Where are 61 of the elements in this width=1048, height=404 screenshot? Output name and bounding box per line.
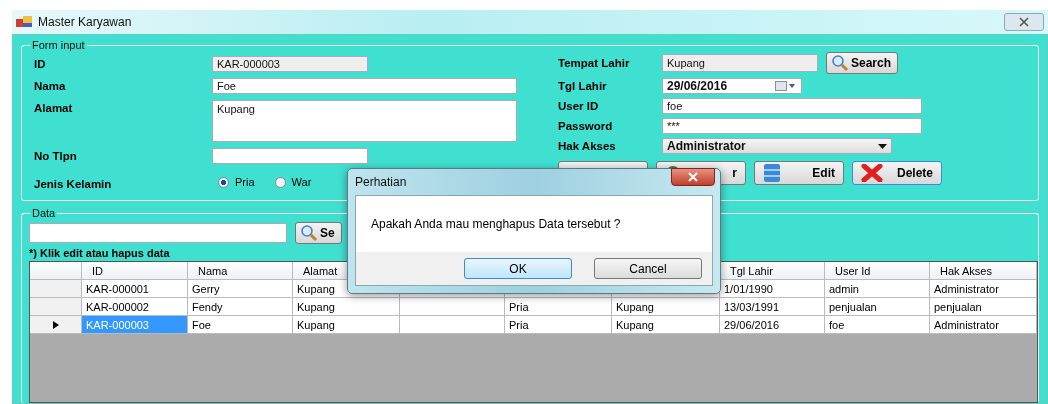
text-field[interactable]: ***: [662, 118, 922, 134]
calendar-icon: [775, 81, 797, 91]
text-field[interactable]: Foe: [212, 78, 517, 94]
field-label: Password: [558, 119, 614, 134]
column-header[interactable]: Hak Akses: [930, 262, 1037, 280]
close-icon: [1018, 17, 1030, 27]
row-header[interactable]: [30, 316, 82, 334]
field-label: Hak Akses: [558, 139, 617, 154]
field-label: Alamat: [34, 101, 74, 116]
table-cell: 29/06/2016: [720, 316, 825, 334]
close-button[interactable]: [1004, 13, 1044, 31]
field-label: Tempat Lahir: [558, 56, 631, 71]
search-icon: [300, 224, 318, 242]
field-label: User ID: [558, 99, 600, 114]
window-title: Master Karyawan: [38, 15, 132, 29]
search-button[interactable]: Se: [295, 222, 342, 244]
dialog-message: Apakah Anda mau menghapus Data tersebut ?: [371, 217, 621, 231]
dialog-button[interactable]: OK: [464, 258, 572, 279]
radio-option[interactable]: War: [274, 176, 312, 188]
delete-icon: [861, 164, 883, 182]
close-button[interactable]: [671, 168, 715, 186]
field-label: No Tlpn: [34, 149, 78, 164]
table-cell: Kupang: [612, 316, 720, 334]
group-title: Data: [30, 207, 58, 219]
dropdown[interactable]: Administrator: [662, 138, 892, 154]
field-label: Jenis Kelamin: [34, 177, 113, 192]
radio-option[interactable]: Pria: [218, 176, 255, 188]
action-button[interactable]: Edit: [754, 161, 844, 185]
row-pointer-icon: [52, 320, 59, 329]
table-cell: Foe: [188, 316, 293, 334]
close-icon: [687, 172, 699, 182]
row-header: [30, 262, 82, 280]
text-field[interactable]: KAR-000003: [212, 56, 368, 72]
search-icon: [831, 54, 849, 72]
search-button[interactable]: Search: [826, 52, 899, 74]
dialog-title: Perhatian: [355, 175, 407, 189]
text-field[interactable]: foe: [662, 98, 922, 114]
date-picker[interactable]: 29/06/2016: [662, 78, 802, 94]
table-cell: KAR-000003: [82, 316, 188, 334]
hint-text: *) Klik edit atau hapus data: [29, 247, 171, 259]
table-cell: Administrator: [930, 316, 1037, 334]
address-field[interactable]: Kupang: [212, 100, 517, 142]
action-button[interactable]: Delete: [852, 161, 942, 185]
field-label: Nama: [34, 79, 67, 94]
column-header[interactable]: ID: [82, 262, 188, 280]
text-field[interactable]: Kupang: [662, 54, 818, 72]
text-field[interactable]: [212, 148, 368, 164]
column-header[interactable]: User Id: [825, 262, 930, 280]
table-cell: foe: [825, 316, 930, 334]
caret-icon: [878, 143, 887, 149]
table-cell: Kupang: [293, 316, 400, 334]
search-field[interactable]: [29, 223, 287, 243]
group-title: Form input: [30, 39, 87, 51]
dialog-button[interactable]: Cancel: [594, 258, 702, 279]
field-label: ID: [34, 57, 47, 72]
database-icon: [763, 163, 781, 183]
table-cell: Pria: [505, 316, 612, 334]
field-label: Tgl Lahir: [558, 79, 608, 94]
column-header[interactable]: Nama: [188, 262, 293, 280]
column-header[interactable]: Tgl Lahir: [720, 262, 825, 280]
app-icon: [16, 16, 32, 28]
